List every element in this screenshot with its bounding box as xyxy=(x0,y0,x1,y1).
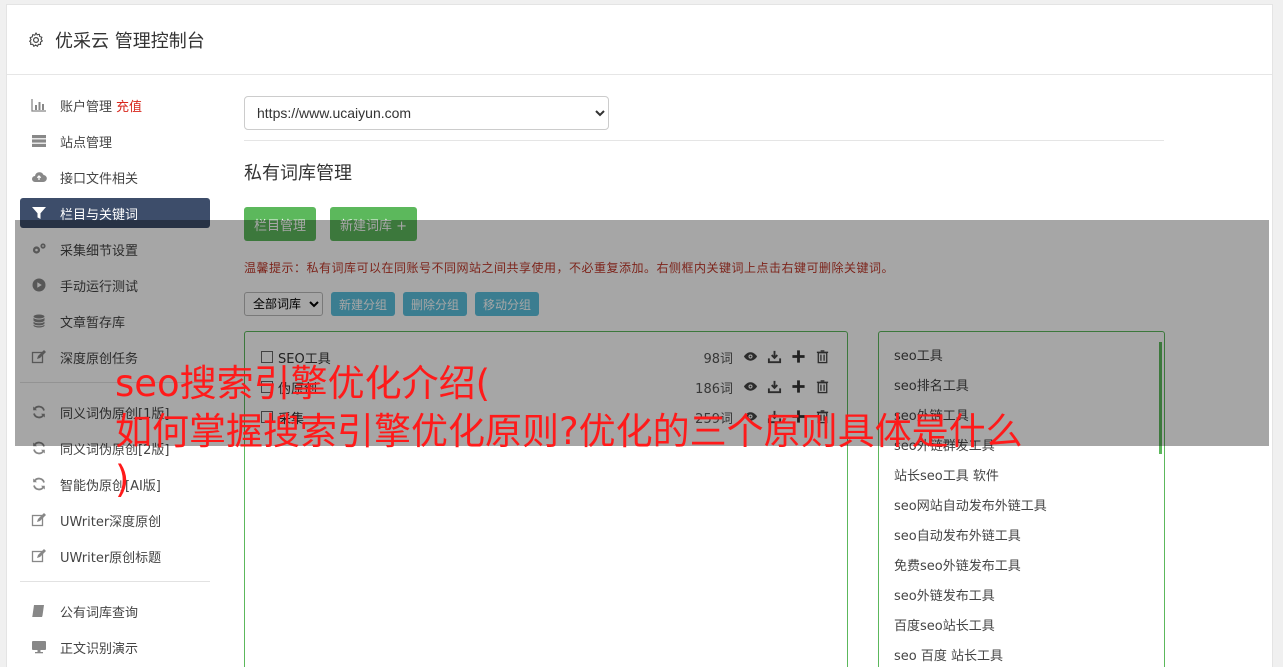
sidebar-item[interactable]: 公有词库查询 xyxy=(20,596,210,626)
sidebar-item-label: 接口文件相关 xyxy=(60,171,139,187)
section-title: 私有词库管理 xyxy=(244,163,352,184)
bar-chart-icon xyxy=(30,98,48,112)
sidebar-item-label: 公有词库查询 xyxy=(60,605,139,621)
sidebar-item[interactable]: UWriter原创标题 xyxy=(20,541,210,571)
sidebar-item-label: 正文识别演示 xyxy=(60,641,139,657)
sidebar-item-label: UWriter原创标题 xyxy=(60,550,162,566)
sidebar-item-label: 站点管理 xyxy=(60,135,113,151)
monitor-icon xyxy=(30,640,48,654)
keyword-item[interactable]: 免费seo外链发布工具 xyxy=(894,552,1164,582)
divider xyxy=(244,140,1164,141)
topbar: 优采云 管理控制台 xyxy=(7,5,1272,75)
book-icon xyxy=(30,604,48,618)
keyword-item[interactable]: seo 百度 站长工具 xyxy=(894,642,1164,667)
sidebar-item[interactable]: 站点管理 xyxy=(20,126,210,156)
article-headline: seo搜索引擎优化介绍( 如何掌握搜索引擎优化原则?优化的三个原则具体是什么 ) xyxy=(115,360,1205,504)
headline-line-3: ) xyxy=(115,458,130,501)
edit-icon xyxy=(30,513,48,527)
recharge-link[interactable]: 充值 xyxy=(116,96,142,115)
gear-icon xyxy=(29,31,43,47)
cloud-upload-icon xyxy=(30,170,48,184)
keyword-item[interactable]: 百度seo站长工具 xyxy=(894,612,1164,642)
filter-icon xyxy=(30,206,48,220)
site-select[interactable]: https://www.ucaiyun.com xyxy=(244,96,609,130)
sidebar-item[interactable]: 账户管理 充值 xyxy=(20,90,210,120)
refresh-icon xyxy=(30,477,48,491)
keyword-item[interactable]: seo自动发布外链工具 xyxy=(894,522,1164,552)
sidebar-item[interactable]: 接口文件相关 xyxy=(20,162,210,192)
sidebar-item[interactable]: 正文识别演示 xyxy=(20,632,210,662)
headline-line-1: seo搜索引擎优化介绍( xyxy=(115,362,491,405)
headline-line-2: 如何掌握搜索引擎优化原则?优化的三个原则具体是什么 xyxy=(115,410,1023,453)
server-icon xyxy=(30,134,48,148)
sidebar-item[interactable]: UWriter深度原创 xyxy=(20,505,210,535)
app-title: 优采云 管理控制台 xyxy=(55,30,205,52)
keyword-item[interactable]: seo外链发布工具 xyxy=(894,582,1164,612)
sidebar-divider xyxy=(20,581,210,582)
sidebar-item-label: 账户管理 xyxy=(60,99,113,115)
edit-icon xyxy=(30,549,48,563)
sidebar-item-label: UWriter深度原创 xyxy=(60,514,162,530)
